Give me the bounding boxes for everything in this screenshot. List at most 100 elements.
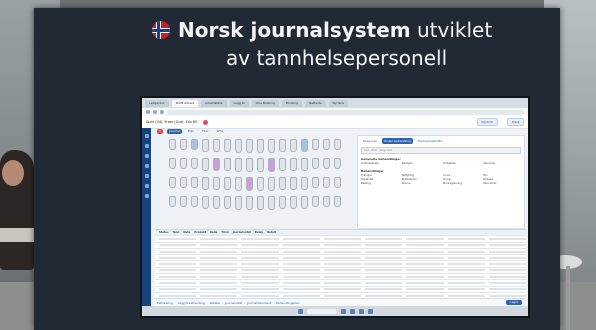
back-icon[interactable]: [146, 110, 150, 114]
browser-tab[interactable]: Nettside: [305, 99, 326, 107]
tooth-icon[interactable]: [334, 158, 341, 169]
bottom-bar-item[interactable]: Fakturering: [157, 301, 173, 305]
start-icon[interactable]: [297, 308, 303, 314]
treatment-item[interactable]: Krone: [443, 174, 481, 177]
header-button-1[interactable]: Kontroll: [476, 118, 498, 126]
tooth-icon[interactable]: [257, 177, 264, 191]
treatment-item[interactable]: Ekstraksjon: [402, 178, 440, 181]
treatment-item[interactable]: Tannregulering: [443, 182, 481, 185]
tooth-icon[interactable]: [191, 158, 198, 169]
tooth-icon[interactable]: [312, 158, 319, 169]
tab-plan[interactable]: Plan: [186, 129, 196, 134]
tooth-icon[interactable]: [301, 139, 308, 152]
tooth-icon[interactable]: [169, 196, 176, 207]
tooth-icon[interactable]: [301, 196, 308, 209]
tooth-icon[interactable]: [180, 158, 187, 169]
browser-tab[interactable]: Ledgerdoc: [145, 99, 169, 107]
tooth-icon[interactable]: [202, 177, 209, 190]
table-column-header[interactable]: Kode: [210, 231, 217, 234]
tab-sfm[interactable]: SFM: [214, 129, 224, 134]
bottom-bar-item[interactable]: Journalnotat: [225, 301, 242, 305]
tooth-icon[interactable]: [180, 177, 187, 188]
tooth-icon[interactable]: [202, 158, 209, 171]
tooth-icon[interactable]: [257, 158, 264, 172]
diagnosis-search-input[interactable]: Søk etter diagnose: [361, 147, 521, 154]
tooth-icon[interactable]: [235, 177, 242, 191]
tooth-icon[interactable]: [323, 177, 330, 188]
tooth-icon[interactable]: [235, 196, 242, 210]
tooth-icon[interactable]: [334, 196, 341, 207]
tooth-icon[interactable]: [213, 177, 220, 190]
record-icon[interactable]: [203, 119, 209, 125]
bottom-bar-item[interactable]: Legg til behandling: [178, 301, 205, 305]
tooth-icon[interactable]: [246, 139, 253, 153]
tooth-icon[interactable]: [290, 158, 297, 171]
browser-tab[interactable]: Ny fane: [328, 99, 349, 107]
bottom-bar-item[interactable]: Journaldokument: [247, 301, 271, 305]
bottom-bar-item[interactable]: Notater: [210, 301, 221, 305]
table-column-header[interactable]: Produkt: [194, 231, 206, 234]
tooth-icon[interactable]: [279, 139, 286, 152]
table-column-header[interactable]: Status: [159, 231, 169, 234]
tooth-icon[interactable]: [169, 139, 176, 150]
tooth-icon[interactable]: [191, 139, 198, 150]
tooth-icon[interactable]: [213, 139, 220, 152]
alert-badge[interactable]: !!: [157, 129, 164, 134]
settings-icon[interactable]: [144, 194, 149, 198]
tooth-icon[interactable]: [246, 158, 253, 172]
table-column-header[interactable]: Tann: [173, 231, 180, 234]
browser-tab[interactable]: Profil Arbeid: [171, 99, 198, 107]
tooth-icon[interactable]: [235, 139, 242, 153]
explorer-icon[interactable]: [340, 308, 346, 314]
chart-icon[interactable]: [144, 174, 149, 178]
treatment-item[interactable]: Kirurgi: [443, 178, 481, 181]
table-column-header[interactable]: Dato: [183, 231, 190, 234]
tooth-icon[interactable]: [202, 139, 209, 152]
save-button[interactable]: Lagre: [506, 300, 522, 305]
treatment-item[interactable]: Rotfylling: [402, 174, 440, 177]
tooth-icon[interactable]: [257, 139, 264, 153]
tooth-icon[interactable]: [301, 158, 308, 171]
search-icon[interactable]: [144, 154, 149, 158]
tooth-icon[interactable]: [268, 196, 275, 210]
tooth-icon[interactable]: [312, 196, 319, 207]
browser-icon[interactable]: [349, 308, 355, 314]
patient-icon[interactable]: [144, 164, 149, 168]
mail-icon[interactable]: [358, 308, 364, 314]
taskbar-search[interactable]: [306, 308, 337, 314]
tab-journal[interactable]: Journal: [167, 129, 182, 134]
tooth-icon[interactable]: [180, 196, 187, 207]
tooth-icon[interactable]: [290, 196, 297, 209]
tooth-icon[interactable]: [268, 158, 275, 172]
tooth-icon[interactable]: [334, 177, 341, 188]
tooth-icon[interactable]: [323, 158, 330, 169]
treatment-item[interactable]: Profylakse: [443, 162, 481, 165]
reload-icon[interactable]: [160, 110, 164, 114]
tooth-icon[interactable]: [268, 177, 275, 191]
tooth-icon[interactable]: [213, 196, 220, 209]
browser-tab[interactable]: Booking: [281, 99, 303, 107]
tab-filer[interactable]: Filer: [200, 129, 210, 134]
tooth-icon[interactable]: [323, 196, 330, 207]
address-field[interactable]: [167, 109, 524, 115]
tooth-icon[interactable]: [257, 196, 264, 210]
treatment-item[interactable]: Protese: [483, 178, 521, 181]
treatment-item[interactable]: Periodonti: [483, 182, 521, 185]
tooth-icon[interactable]: [213, 158, 220, 171]
browser-tab[interactable]: Oria Booking: [251, 99, 279, 107]
tooth-icon[interactable]: [224, 139, 231, 152]
message-icon[interactable]: [144, 184, 149, 188]
browser-tab[interactable]: Legg til: [229, 99, 249, 107]
tooth-icon[interactable]: [235, 158, 242, 172]
tooth-icon[interactable]: [268, 139, 275, 153]
tooth-icon[interactable]: [202, 196, 209, 209]
treatment-item[interactable]: Undersøkelse: [361, 162, 399, 165]
app-icon[interactable]: [367, 308, 373, 314]
tooth-icon[interactable]: [301, 177, 308, 190]
tooth-icon[interactable]: [290, 177, 297, 190]
treatment-item[interactable]: Bro: [483, 174, 521, 177]
tooth-icon[interactable]: [224, 196, 231, 209]
tooth-icon[interactable]: [279, 177, 286, 190]
forward-icon[interactable]: [153, 110, 157, 114]
tooth-icon[interactable]: [290, 139, 297, 152]
